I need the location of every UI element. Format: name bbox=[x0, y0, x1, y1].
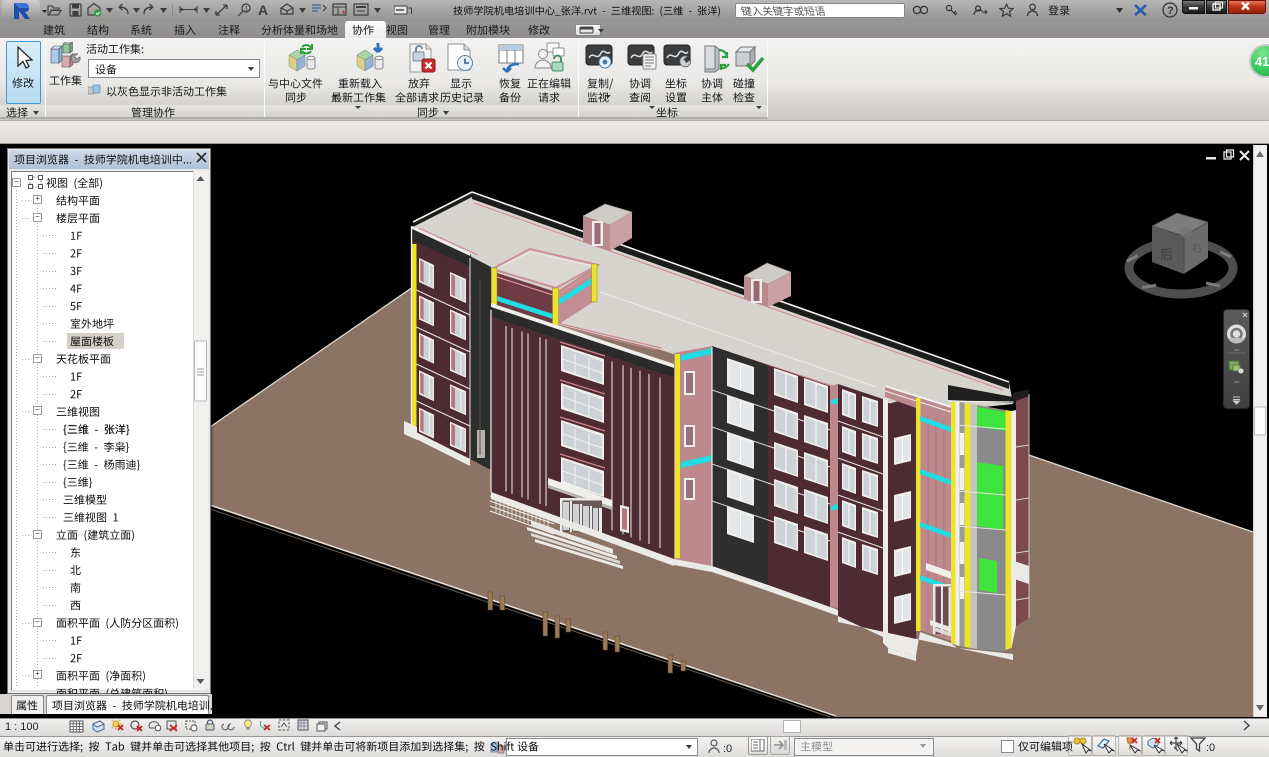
svg-text::0: :0 bbox=[1206, 742, 1215, 754]
